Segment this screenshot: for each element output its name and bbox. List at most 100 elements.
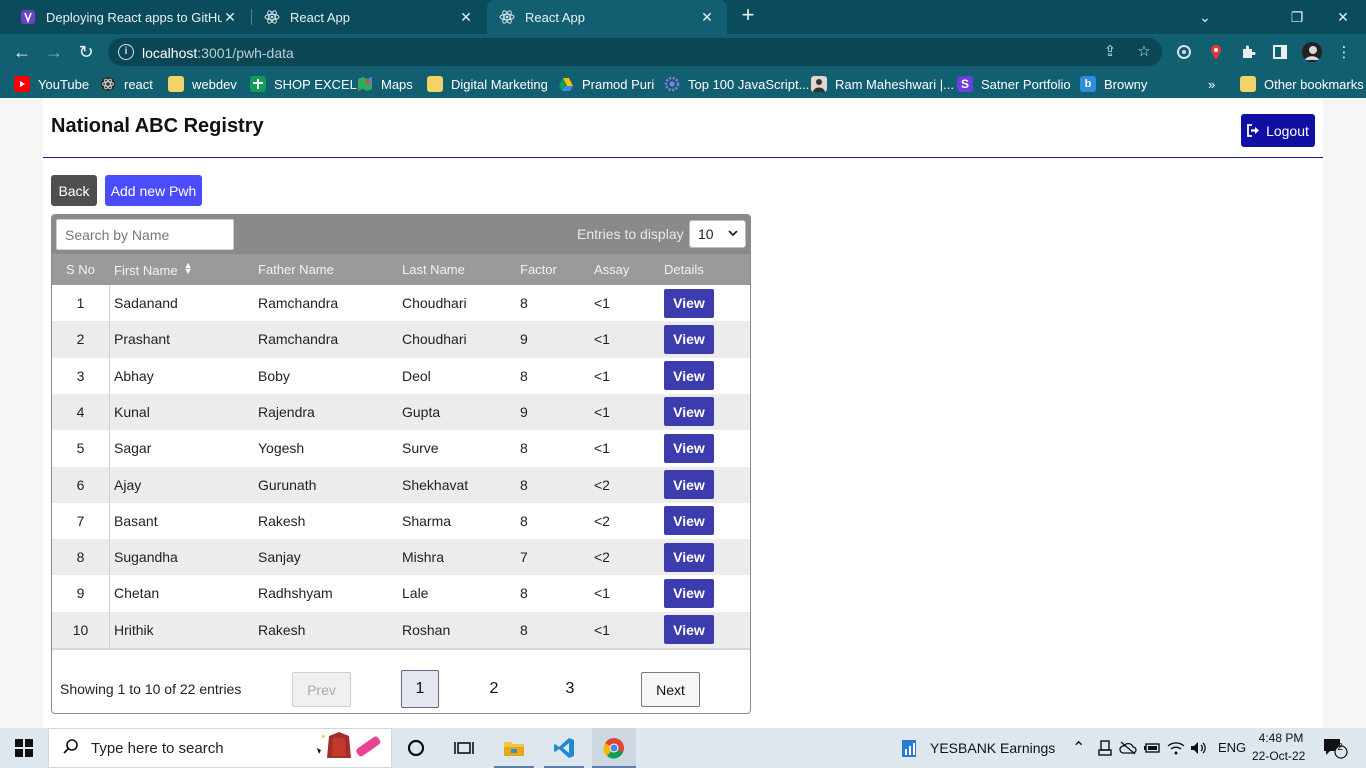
forward-arrow-icon[interactable]: → <box>40 38 68 66</box>
side-panel-icon[interactable] <box>1270 42 1290 62</box>
taskbar-search-box[interactable]: Type here to search <box>48 728 392 768</box>
cell-first-name: Ajay <box>114 476 142 493</box>
chevron-up-icon[interactable]: ⌃ <box>1072 738 1085 758</box>
tab-deploying-react[interactable]: Deploying React apps to GitHub ✕ <box>8 0 250 34</box>
bookmark-digital-marketing[interactable]: Digital Marketing <box>427 75 548 93</box>
view-details-button[interactable]: View <box>664 615 714 645</box>
column-header-first-name[interactable]: First Name ▲ ▼ <box>114 261 193 279</box>
bookmark-maps[interactable]: Maps <box>357 75 413 93</box>
cell-assay: <1 <box>594 403 610 420</box>
maps-icon <box>357 76 373 92</box>
onedrive-offline-icon[interactable] <box>1118 728 1138 768</box>
share-icon[interactable]: ⇪ <box>1102 44 1118 60</box>
view-details-button[interactable]: View <box>664 578 714 608</box>
extensions-puzzle-icon[interactable] <box>1238 42 1258 62</box>
file-explorer-icon[interactable] <box>494 728 534 768</box>
battery-icon[interactable] <box>1142 728 1162 768</box>
url-text[interactable]: localhost:3001/pwh-data <box>142 45 294 61</box>
next-page-button[interactable]: Next <box>641 672 700 707</box>
bookmark-browny[interactable]: b Browny <box>1080 75 1147 93</box>
cell-assay: <2 <box>594 549 610 566</box>
cell-father-name: Rakesh <box>258 512 306 529</box>
tab-react-app-active[interactable]: React App ✕ <box>487 0 727 34</box>
column-header-details: Details <box>664 262 704 277</box>
view-details-button[interactable]: View <box>664 288 714 318</box>
column-header-assay: Assay <box>594 262 630 277</box>
close-tab-icon[interactable]: ✕ <box>458 9 474 25</box>
usb-icon[interactable] <box>1096 728 1114 768</box>
windows-taskbar: Type here to search YESBANK Earnings ⌃ E… <box>0 728 1366 768</box>
back-button[interactable]: Back <box>51 175 97 206</box>
search-input[interactable] <box>56 219 234 250</box>
location-pin-icon[interactable] <box>1206 42 1226 62</box>
page-3-button[interactable]: 3 <box>551 670 589 708</box>
bookmark-pramod-puri[interactable]: Pramod Puri <box>558 75 654 93</box>
cell-last-name: Choudhari <box>402 331 467 348</box>
bookmark-star-icon[interactable]: ☆ <box>1136 44 1152 60</box>
bookmark-top-100-javascript[interactable]: Top 100 JavaScript... <box>664 75 809 93</box>
bookmark-ram-maheshwari[interactable]: Ram Maheshwari |... <box>811 75 954 93</box>
close-window-icon[interactable]: ✕ <box>1320 0 1366 34</box>
cell-last-name: Shekhavat <box>402 476 469 493</box>
cell-father-name: Ramchandra <box>258 295 339 311</box>
bookmark-shop-excel[interactable]: SHOP EXCEL <box>250 75 357 93</box>
other-bookmarks[interactable]: Other bookmarks <box>1240 75 1364 93</box>
wifi-icon[interactable] <box>1166 728 1186 768</box>
bookmark-satner-portfolio[interactable]: S Satner Portfolio <box>957 75 1071 93</box>
view-details-button[interactable]: View <box>664 542 714 572</box>
more-bookmarks-button[interactable]: » <box>1208 75 1215 93</box>
notification-count: 2 <box>1337 742 1343 753</box>
bookmark-react[interactable]: react <box>100 75 153 93</box>
cortana-icon[interactable] <box>398 728 434 768</box>
gear-icon <box>664 76 680 92</box>
back-arrow-icon[interactable]: ← <box>8 38 36 66</box>
view-details-button[interactable]: View <box>664 433 714 463</box>
restore-window-icon[interactable]: ❐ <box>1274 0 1320 34</box>
close-tab-icon[interactable]: ✕ <box>699 9 715 25</box>
clock-time[interactable]: 4:48 PM <box>1258 731 1304 745</box>
site-info-icon[interactable]: i <box>118 44 134 60</box>
folder-icon <box>168 76 184 92</box>
stock-chart-icon[interactable] <box>898 728 922 768</box>
tab-search-icon[interactable]: ⌄ <box>1182 0 1228 34</box>
cell-sno: 10 <box>72 621 89 638</box>
reload-icon[interactable]: ↻ <box>72 38 100 66</box>
tab-react-app[interactable]: React App ✕ <box>252 0 486 34</box>
stock-news-text[interactable]: YESBANK Earnings <box>930 740 1055 756</box>
profile-avatar[interactable] <box>1302 42 1322 62</box>
s-logo-icon: S <box>957 76 973 92</box>
language-indicator[interactable]: ENG <box>1218 740 1246 755</box>
view-details-button[interactable]: View <box>664 397 714 427</box>
close-tab-icon[interactable]: ✕ <box>222 9 238 25</box>
logout-button[interactable]: Logout <box>1241 114 1315 147</box>
vscode-icon[interactable] <box>544 728 584 768</box>
prev-page-button[interactable]: Prev <box>292 672 351 707</box>
clock-date[interactable]: 22-Oct-22 <box>1252 749 1305 763</box>
view-details-button[interactable]: View <box>664 506 714 536</box>
volume-icon[interactable] <box>1188 728 1210 768</box>
entries-select[interactable]: 10 <box>689 220 746 248</box>
add-new-pwh-button[interactable]: Add new Pwh <box>105 175 202 206</box>
column-header-factor: Factor <box>520 262 557 277</box>
bookmark-youtube[interactable]: YouTube <box>14 75 89 93</box>
view-details-button[interactable]: View <box>664 470 714 499</box>
cell-sno: 8 <box>76 549 85 566</box>
view-details-button[interactable]: View <box>664 361 714 391</box>
cell-sno: 1 <box>76 295 85 311</box>
chrome-menu-icon[interactable]: ⋮ <box>1334 42 1354 62</box>
page-1-button[interactable]: 1 <box>401 670 439 708</box>
cell-assay: <1 <box>594 585 610 602</box>
task-view-icon[interactable] <box>444 728 484 768</box>
sort-icon[interactable]: ▲ ▼ <box>184 261 193 276</box>
extension-icon[interactable] <box>1174 42 1194 62</box>
bookmark-webdev[interactable]: webdev <box>168 75 237 93</box>
new-tab-button[interactable]: + <box>736 4 760 28</box>
view-details-button[interactable]: View <box>664 324 714 354</box>
page-2-button[interactable]: 2 <box>475 670 513 708</box>
cell-father-name: Radhshyam <box>258 585 333 602</box>
windows-start-icon[interactable] <box>0 728 48 768</box>
address-bar[interactable]: i localhost:3001/pwh-data ⇪ ☆ <box>108 38 1162 66</box>
chrome-taskbar-icon[interactable] <box>592 728 636 768</box>
cell-factor: 8 <box>520 621 528 638</box>
notifications-icon[interactable]: 2 <box>1320 728 1350 768</box>
